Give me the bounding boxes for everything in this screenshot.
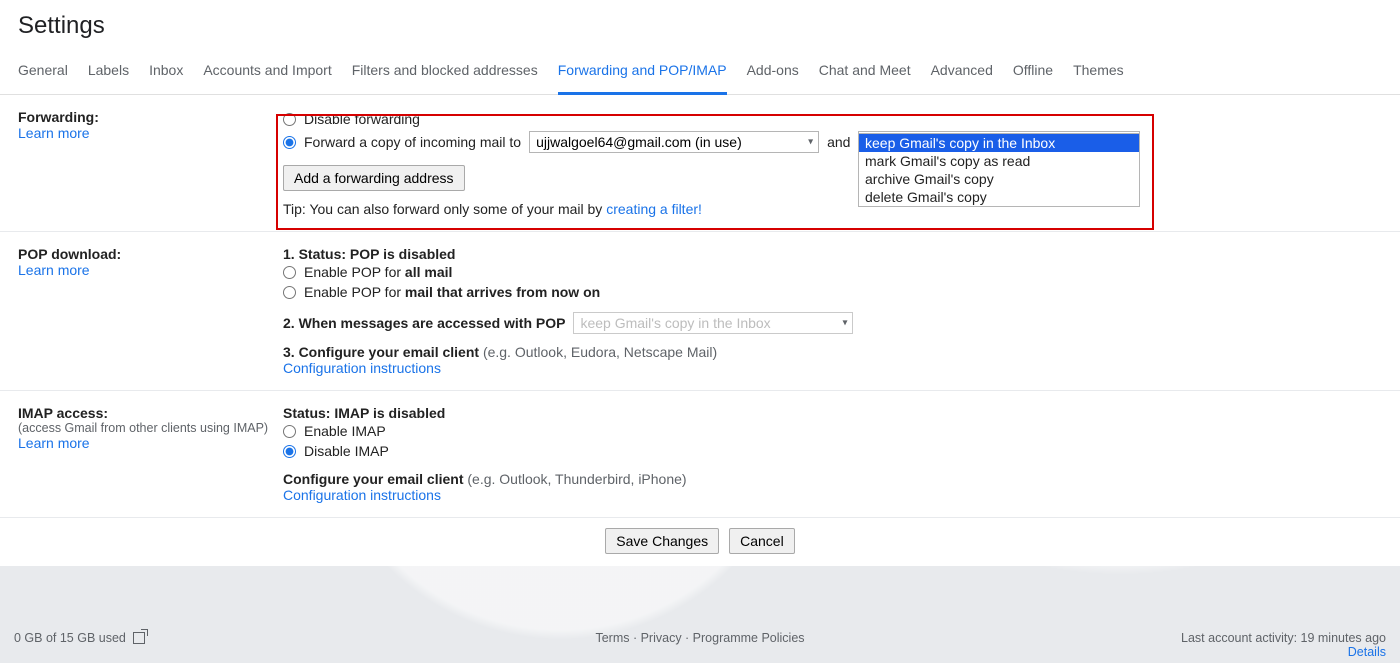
page-title: Settings: [0, 0, 1400, 50]
tab-chat-meet[interactable]: Chat and Meet: [819, 50, 911, 94]
forward-address-select[interactable]: ujjwalgoel64@gmail.com (in use): [529, 131, 819, 153]
pop-configure-eg: (e.g. Outlook, Eudora, Netscape Mail): [483, 344, 717, 360]
and-text: and: [827, 134, 850, 150]
pop-enable-now-bold: mail that arrives from now on: [405, 284, 600, 300]
cancel-button[interactable]: Cancel: [729, 528, 795, 554]
tab-themes[interactable]: Themes: [1073, 50, 1124, 94]
dropdown-option-archive[interactable]: archive Gmail's copy: [859, 170, 1139, 188]
external-link-icon[interactable]: [133, 632, 145, 644]
tab-addons[interactable]: Add-ons: [747, 50, 799, 94]
dropdown-option-keep-inbox[interactable]: keep Gmail's copy in the Inbox: [859, 134, 1139, 152]
imap-configure-eg: (e.g. Outlook, Thunderbird, iPhone): [467, 471, 686, 487]
pop-enable-all-bold: all mail: [405, 264, 452, 280]
imap-sublabel: (access Gmail from other clients using I…: [18, 421, 283, 435]
pop-enable-all-prefix: Enable POP for: [304, 264, 405, 280]
section-imap: IMAP access: (access Gmail from other cl…: [0, 391, 1400, 518]
storage-usage: 0 GB of 15 GB used: [14, 631, 126, 645]
radio-pop-all-mail[interactable]: [283, 266, 296, 279]
pop-enable-now-prefix: Enable POP for: [304, 284, 405, 300]
imap-status-value: IMAP is disabled: [334, 405, 445, 421]
settings-tabs: General Labels Inbox Accounts and Import…: [0, 50, 1400, 95]
tab-offline[interactable]: Offline: [1013, 50, 1053, 94]
forwarding-label: Forwarding:: [18, 109, 283, 125]
imap-learn-more-link[interactable]: Learn more: [18, 435, 90, 451]
create-filter-link[interactable]: creating a filter!: [606, 201, 702, 217]
dropdown-option-mark-read[interactable]: mark Gmail's copy as read: [859, 152, 1139, 170]
pop-label: POP download:: [18, 246, 283, 262]
forwarding-tip-text: Tip: You can also forward only some of y…: [283, 201, 606, 217]
radio-enable-imap[interactable]: [283, 425, 296, 438]
pop-configuration-link[interactable]: Configuration instructions: [283, 360, 441, 376]
tab-general[interactable]: General: [18, 50, 68, 94]
tab-forwarding-pop-imap[interactable]: Forwarding and POP/IMAP: [558, 50, 727, 95]
tab-filters[interactable]: Filters and blocked addresses: [352, 50, 538, 94]
radio-pop-from-now[interactable]: [283, 286, 296, 299]
imap-configure-prefix: Configure your email client: [283, 471, 467, 487]
disable-forwarding-label: Disable forwarding: [304, 111, 420, 127]
pop-action-select: keep Gmail's copy in the Inbox: [573, 312, 853, 334]
last-activity: Last account activity: 19 minutes ago: [1181, 631, 1386, 645]
tab-labels[interactable]: Labels: [88, 50, 129, 94]
tab-inbox[interactable]: Inbox: [149, 50, 183, 94]
forwarding-learn-more-link[interactable]: Learn more: [18, 125, 90, 141]
save-changes-button[interactable]: Save Changes: [605, 528, 719, 554]
imap-configuration-link[interactable]: Configuration instructions: [283, 487, 441, 503]
imap-label: IMAP access:: [18, 405, 283, 421]
radio-disable-imap[interactable]: [283, 445, 296, 458]
pop-configure-prefix: 3. Configure your email client: [283, 344, 483, 360]
forward-action-dropdown: keep Gmail's copy in the Inbox mark Gmai…: [858, 133, 1140, 207]
dropdown-option-delete[interactable]: delete Gmail's copy: [859, 188, 1139, 206]
pop-learn-more-link[interactable]: Learn more: [18, 262, 90, 278]
imap-status-prefix: Status:: [283, 405, 334, 421]
section-forwarding: Forwarding: Learn more Disable forwardin…: [0, 95, 1400, 232]
forward-copy-label: Forward a copy of incoming mail to: [304, 134, 521, 150]
footer: 0 GB of 15 GB used Terms · Privacy · Pro…: [0, 625, 1400, 663]
pop-accessed-label: 2. When messages are accessed with POP: [283, 315, 565, 331]
add-forwarding-address-button[interactable]: Add a forwarding address: [283, 165, 465, 191]
tab-accounts-import[interactable]: Accounts and Import: [203, 50, 331, 94]
disable-imap-label: Disable IMAP: [304, 443, 389, 459]
tab-advanced[interactable]: Advanced: [931, 50, 993, 94]
radio-disable-forwarding[interactable]: [283, 113, 296, 126]
pop-status-value: POP is disabled: [350, 246, 456, 262]
footer-links[interactable]: Terms · Privacy · Programme Policies: [595, 631, 804, 645]
activity-details-link[interactable]: Details: [1348, 645, 1386, 659]
section-pop: POP download: Learn more 1. Status: POP …: [0, 232, 1400, 391]
enable-imap-label: Enable IMAP: [304, 423, 386, 439]
radio-forward-copy[interactable]: [283, 136, 296, 149]
pop-status-prefix: 1. Status:: [283, 246, 350, 262]
